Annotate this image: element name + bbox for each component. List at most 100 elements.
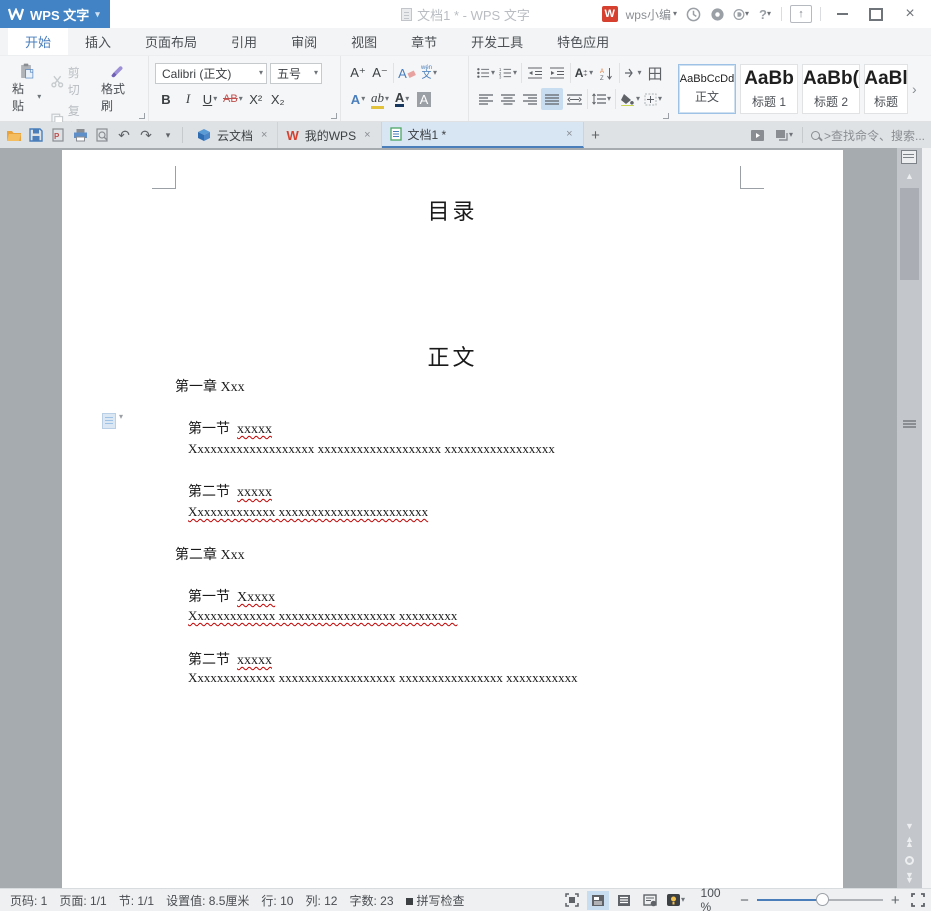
docer-menu-icon[interactable]: ▾ <box>733 6 749 22</box>
phonetic-guide-button[interactable]: wén文▾ <box>418 62 440 84</box>
font-name-combo[interactable]: Calibri (正文)▾ <box>155 63 267 84</box>
bold-button[interactable]: B <box>155 88 177 110</box>
quickbar-customize-caret-icon[interactable]: ▾ <box>158 125 178 145</box>
distribute-button[interactable] <box>563 88 585 110</box>
page-count-status[interactable]: 页面: 1/1 <box>53 892 112 909</box>
numbering-button[interactable]: 123▾ <box>497 62 519 84</box>
tab-special-features[interactable]: 特色应用 <box>540 28 626 55</box>
sync-icon[interactable] <box>685 6 701 22</box>
text-effects-button[interactable]: A▾ <box>347 88 369 110</box>
print-preview-button[interactable] <box>92 125 112 145</box>
close-tab-icon[interactable]: × <box>259 129 269 141</box>
scroll-down-button[interactable]: ▼ <box>897 818 922 834</box>
settings-icon[interactable] <box>709 6 725 22</box>
vertical-scrollbar[interactable]: ▲ ▼ ▲▲ ▼▼ <box>897 148 922 888</box>
setting-value-status[interactable]: 设置值: 8.5厘米 <box>160 892 255 909</box>
zoom-slider-knob[interactable] <box>816 893 829 906</box>
print-button[interactable] <box>70 125 90 145</box>
clipboard-dialog-launcher[interactable] <box>139 113 145 119</box>
previous-page-button[interactable]: ▲▲ <box>897 834 922 850</box>
document-page[interactable]: 目录 正文 第一章 Xxx 第一节 xxxxx Xxxxxxxxxxxxxxxx… <box>62 150 843 888</box>
grow-font-button[interactable]: A⁺ <box>347 62 369 84</box>
tab-home[interactable]: 开始 <box>8 28 68 55</box>
user-name[interactable]: wps小编▾ <box>626 6 677 23</box>
close-tab-icon[interactable]: × <box>362 129 372 141</box>
scroll-up-button[interactable]: ▲ <box>897 168 922 184</box>
tab-document1[interactable]: 文档1 * × <box>382 122 584 148</box>
tab-developer[interactable]: 开发工具 <box>454 28 540 55</box>
save-button[interactable] <box>26 125 46 145</box>
highlight-button[interactable]: ab▾ <box>369 88 391 110</box>
next-page-button[interactable]: ▼▼ <box>897 870 922 886</box>
show-marks-button[interactable]: ▾ <box>622 62 644 84</box>
font-dialog-launcher[interactable] <box>331 113 337 119</box>
tab-cloud-docs[interactable]: 云文档 × <box>189 122 278 148</box>
wps-menu-button[interactable]: WPS 文字 ▾ <box>0 0 110 28</box>
insert-table-grid-button[interactable]: 田 <box>644 62 666 84</box>
tab-references[interactable]: 引用 <box>214 28 274 55</box>
character-shading-button[interactable]: A <box>413 88 435 110</box>
subscript-button[interactable]: X₂ <box>267 88 289 110</box>
minimize-button[interactable] <box>829 4 855 24</box>
tab-page-layout[interactable]: 页面布局 <box>128 28 214 55</box>
italic-button[interactable]: I <box>177 88 199 110</box>
shrink-font-button[interactable]: A⁻ <box>369 62 391 84</box>
increase-indent-button[interactable] <box>546 62 568 84</box>
paste-button[interactable]: 粘贴▾ <box>6 60 47 117</box>
shading-button[interactable]: ▾ <box>618 88 642 110</box>
export-pdf-button[interactable]: P <box>48 125 68 145</box>
web-layout-view-button[interactable] <box>639 891 661 910</box>
font-color-button[interactable]: A▾ <box>391 88 413 110</box>
share-button[interactable]: ↑ <box>790 5 812 23</box>
clear-formatting-button[interactable]: A <box>396 62 418 84</box>
zoom-level[interactable]: 100 % <box>701 886 733 911</box>
page-number-status[interactable]: 页码: 1 <box>4 892 53 909</box>
help-icon[interactable]: ?▾ <box>757 6 773 22</box>
new-tab-button[interactable]: + <box>584 122 608 148</box>
eye-protection-mode-button[interactable]: ▾ <box>665 891 687 910</box>
tab-my-wps[interactable]: W 我的WPS × <box>278 122 381 148</box>
tab-chapter[interactable]: 章节 <box>394 28 454 55</box>
ruler-toggle-icon[interactable] <box>901 150 917 164</box>
fit-page-button[interactable] <box>908 891 928 910</box>
style-heading-1[interactable]: AaBb 标题 1 <box>740 64 798 114</box>
tab-review[interactable]: 审阅 <box>274 28 334 55</box>
style-heading-2[interactable]: AaBb( 标题 2 <box>802 64 860 114</box>
outline-view-button[interactable] <box>613 891 635 910</box>
play-presentation-icon[interactable] <box>748 125 768 145</box>
strikethrough-button[interactable]: AB▾ <box>221 88 245 110</box>
cut-button[interactable]: 剪切 <box>47 62 95 100</box>
redo-button[interactable]: ↷ <box>136 125 156 145</box>
scrollbar-thumb[interactable] <box>900 188 919 280</box>
superscript-button[interactable]: X² <box>245 88 267 110</box>
spell-check-status[interactable]: 拼写检查 <box>400 892 471 909</box>
user-avatar[interactable]: W <box>602 6 618 22</box>
zoom-out-button[interactable]: − <box>740 892 749 909</box>
font-size-combo[interactable]: 五号▾ <box>270 63 322 84</box>
section-status[interactable]: 节: 1/1 <box>113 892 160 909</box>
styles-more-icon[interactable]: › <box>912 81 917 97</box>
word-count-status[interactable]: 字数: 23 <box>343 892 399 909</box>
paragraph-dialog-launcher[interactable] <box>663 113 669 119</box>
close-button[interactable]: × <box>897 4 923 24</box>
format-painter-button[interactable]: 格式刷 <box>95 60 142 117</box>
line-spacing-button[interactable]: ▾ <box>590 88 613 110</box>
zoom-in-button[interactable]: + <box>891 892 900 909</box>
switch-window-icon[interactable]: ▾ <box>774 125 794 145</box>
tab-insert[interactable]: 插入 <box>68 28 128 55</box>
decrease-indent-button[interactable] <box>524 62 546 84</box>
tab-view[interactable]: 视图 <box>334 28 394 55</box>
sort-button[interactable]: AZ <box>595 62 617 84</box>
borders-button[interactable]: ▾ <box>642 88 664 110</box>
justify-button[interactable] <box>541 88 563 110</box>
open-button[interactable] <box>4 125 24 145</box>
align-right-button[interactable] <box>519 88 541 110</box>
style-heading[interactable]: AaBl 标题 <box>864 64 908 114</box>
close-tab-icon[interactable]: × <box>564 128 574 140</box>
bullets-button[interactable]: ▾ <box>475 62 497 84</box>
zoom-slider[interactable] <box>757 899 883 901</box>
style-options-widget[interactable]: ▾ <box>102 413 123 429</box>
full-screen-view-button[interactable] <box>561 891 583 910</box>
character-scale-button[interactable]: A▾ <box>573 62 595 84</box>
maximize-button[interactable] <box>863 4 889 24</box>
